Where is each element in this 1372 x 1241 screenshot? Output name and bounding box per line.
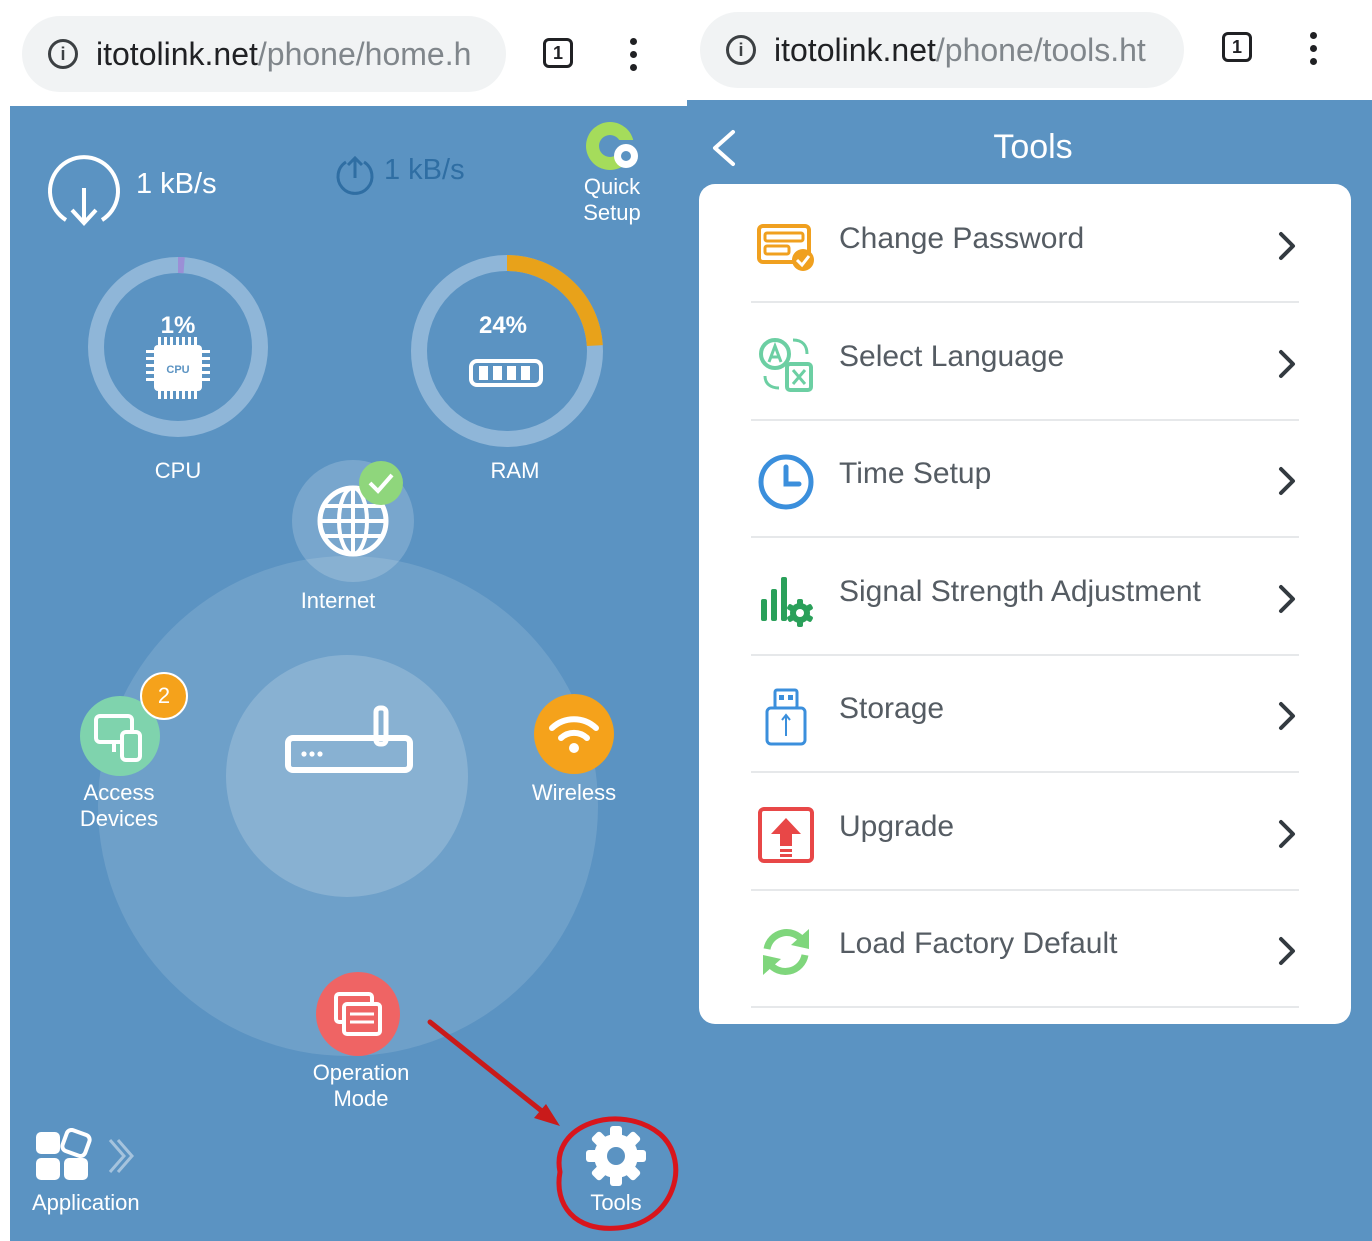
- menu-item-signal-strength-adjustment[interactable]: Signal Strength Adjustment: [751, 537, 1299, 656]
- browser-menu-icon[interactable]: [1310, 32, 1318, 71]
- ram-label: RAM: [490, 458, 540, 483]
- ram-percent: 24%: [479, 312, 527, 339]
- menu-item-upgrade[interactable]: Upgrade: [751, 772, 1299, 891]
- menu-item-change-password[interactable]: Change Password: [751, 184, 1299, 303]
- wireless-label: Wireless: [531, 780, 617, 805]
- menu-item-time-setup[interactable]: Time Setup: [751, 419, 1299, 538]
- tab-switcher-button[interactable]: 1: [1222, 32, 1252, 62]
- operation-mode-label: Operation Mode: [312, 1060, 410, 1111]
- application-grid-icon: [36, 1128, 92, 1180]
- refresh-icon: [757, 923, 815, 981]
- internet-label: Internet: [300, 588, 376, 613]
- tools-screen: Tools Change Password Select Language Time…: [687, 100, 1372, 1241]
- quick-setup-label: Quick Setup: [583, 174, 641, 225]
- tools-menu-card: Change Password Select Language Time Setup…: [699, 184, 1351, 1024]
- ram-module-icon: [469, 359, 543, 387]
- chevron-right-icon: [1275, 700, 1299, 732]
- devices-icon: [94, 714, 142, 762]
- chevron-right-icon: [1275, 465, 1299, 497]
- menu-item-label: Signal Strength Adjustment: [839, 574, 1201, 608]
- menu-item-storage[interactable]: Storage: [751, 654, 1299, 773]
- annotation-overlay: [427, 1019, 679, 1231]
- access-devices-badge: 2: [140, 672, 188, 720]
- chevron-right-icon: [1275, 348, 1299, 380]
- url-text: itotolink.net/phone/home.h: [96, 36, 471, 73]
- menu-item-select-language[interactable]: Select Language: [751, 302, 1299, 421]
- url-host: itotolink.net: [774, 31, 936, 68]
- site-info-icon[interactable]: i: [726, 35, 756, 65]
- url-host: itotolink.net: [96, 35, 258, 72]
- home-screen: 1 kB/s 1 kB/s Quick Setup CPU 1% CPU 24%…: [10, 106, 687, 1241]
- wireless-button[interactable]: [534, 694, 614, 774]
- tab-switcher-button[interactable]: 1: [543, 38, 573, 68]
- chevron-right-icon: [1275, 935, 1299, 967]
- ram-gauge[interactable]: 24%: [409, 253, 605, 449]
- menu-item-load-factory-default[interactable]: Load Factory Default: [751, 889, 1299, 1008]
- menu-item-label: Upgrade: [839, 809, 955, 843]
- application-button[interactable]: Application: [28, 1124, 178, 1224]
- wifi-icon: [549, 716, 599, 753]
- site-info-icon[interactable]: i: [48, 39, 78, 69]
- signal-gear-icon: [757, 571, 815, 629]
- cpu-percent: 1%: [161, 312, 196, 339]
- router-icon: [285, 705, 413, 773]
- quick-setup-button[interactable]: Quick Setup: [570, 118, 654, 230]
- url-text: itotolink.net/phone/tools.ht: [774, 32, 1146, 69]
- url-path: /phone/home.h: [257, 35, 472, 72]
- clock-icon: [757, 453, 815, 511]
- chevron-right-icon: [108, 1139, 134, 1173]
- address-bar-left[interactable]: i itotolink.net/phone/home.h: [22, 16, 506, 92]
- download-speed: 1 kB/s: [136, 168, 217, 200]
- page-title: Tools: [993, 128, 1073, 166]
- chevron-right-icon: [1275, 818, 1299, 850]
- cpu-chip-text: CPU: [166, 364, 189, 376]
- cpu-label: CPU: [154, 458, 202, 483]
- operation-mode-button[interactable]: [316, 972, 400, 1056]
- internet-connected-icon: [359, 461, 403, 505]
- usb-storage-icon: [757, 688, 815, 746]
- url-path: /phone/tools.ht: [935, 31, 1146, 68]
- operation-mode-icon: [334, 992, 382, 1036]
- chevron-right-icon: [1275, 583, 1299, 615]
- cpu-gauge[interactable]: CPU 1%: [86, 255, 270, 439]
- menu-item-label: Storage: [839, 692, 945, 725]
- menu-item-label: Change Password: [839, 222, 1085, 255]
- upload-speed: 1 kB/s: [384, 154, 465, 186]
- cpu-chip-icon: CPU: [146, 337, 210, 399]
- menu-item-label: Load Factory Default: [839, 927, 1118, 960]
- chevron-right-icon: [1275, 230, 1299, 262]
- language-icon: [757, 336, 815, 394]
- browser-menu-icon[interactable]: [630, 38, 638, 77]
- address-bar-right[interactable]: i itotolink.net/phone/tools.ht: [700, 12, 1184, 88]
- quick-setup-icon: [586, 122, 638, 170]
- access-devices-label: Access Devices: [79, 780, 159, 831]
- password-icon: [757, 218, 815, 276]
- upload-icon: [336, 155, 374, 195]
- upgrade-icon: [757, 806, 815, 864]
- menu-item-label: Select Language: [839, 339, 1065, 373]
- download-icon: [48, 155, 120, 226]
- menu-item-label: Time Setup: [839, 457, 992, 490]
- application-label: Application: [32, 1190, 140, 1215]
